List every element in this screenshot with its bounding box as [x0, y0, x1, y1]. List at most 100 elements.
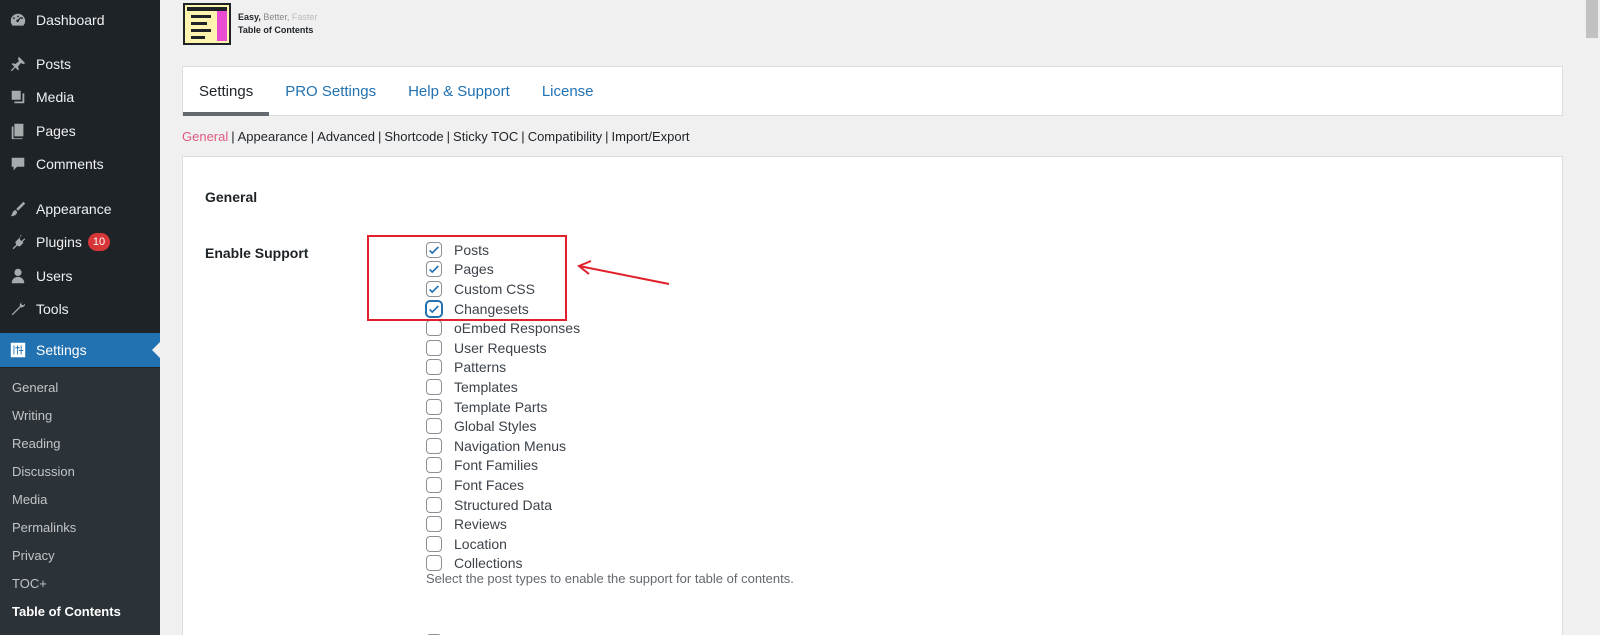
- section-title: General: [205, 189, 258, 205]
- option-checkbox[interactable]: [426, 280, 442, 297]
- post-type-option[interactable]: Template Parts: [426, 397, 580, 417]
- logo-tagline: Easy, Better, Faster: [238, 12, 318, 22]
- menu-appearance[interactable]: Appearance: [0, 192, 160, 226]
- option-checkbox[interactable]: [426, 300, 442, 317]
- option-label: Font Faces: [454, 476, 525, 493]
- submenu-media[interactable]: Media: [12, 492, 47, 507]
- menu-comments[interactable]: Comments: [0, 147, 160, 181]
- post-type-option[interactable]: Posts: [426, 240, 580, 260]
- option-checkbox[interactable]: [426, 476, 442, 493]
- option-label: Reviews: [454, 516, 507, 533]
- menu-tools-label: Tools: [36, 301, 69, 317]
- option-checkbox[interactable]: [426, 241, 442, 258]
- page-scrollbar[interactable]: [1584, 0, 1600, 635]
- tab-settings[interactable]: Settings: [183, 67, 270, 116]
- pin-icon: [8, 54, 28, 74]
- menu-plugins[interactable]: Plugins 10: [0, 225, 160, 259]
- post-type-option[interactable]: Global Styles: [426, 416, 580, 436]
- subnav-import-export[interactable]: Import/Export: [612, 129, 690, 144]
- submenu-reading[interactable]: Reading: [12, 436, 60, 451]
- submenu-writing[interactable]: Writing: [12, 408, 52, 423]
- menu-dashboard-label: Dashboard: [36, 12, 105, 28]
- post-type-option[interactable]: Navigation Menus: [426, 436, 580, 456]
- menu-pages-label: Pages: [36, 123, 76, 139]
- option-label: Collections: [454, 555, 523, 572]
- option-checkbox[interactable]: [426, 457, 442, 474]
- user-icon: [8, 266, 28, 286]
- option-label: Structured Data: [454, 496, 553, 513]
- post-type-option[interactable]: Location: [426, 534, 580, 554]
- option-checkbox[interactable]: [426, 398, 442, 415]
- submenu-discussion[interactable]: Discussion: [12, 464, 75, 479]
- post-type-option[interactable]: Custom CSS: [426, 279, 580, 299]
- menu-dashboard[interactable]: Dashboard: [0, 3, 160, 37]
- subnav-general[interactable]: General: [182, 129, 228, 144]
- tab-help-support[interactable]: Help & Support: [392, 67, 526, 115]
- subnav-compatibility[interactable]: Compatibility: [528, 129, 602, 144]
- settings-panel: General Enable Support Posts Pages Custom …: [182, 156, 1563, 635]
- option-checkbox[interactable]: [426, 339, 442, 356]
- menu-settings-label: Settings: [36, 342, 87, 358]
- option-checkbox[interactable]: [426, 555, 442, 572]
- logo-name: Table of Contents: [238, 25, 314, 35]
- post-type-option[interactable]: Pages: [426, 260, 580, 280]
- option-label: Custom CSS: [454, 280, 535, 297]
- post-type-option[interactable]: User Requests: [426, 338, 580, 358]
- post-type-checkbox-list: Posts Pages Custom CSS Changesets oEmbed Res…: [426, 240, 580, 573]
- post-type-option[interactable]: Font Faces: [426, 475, 580, 495]
- menu-posts-label: Posts: [36, 56, 72, 72]
- option-checkbox[interactable]: [426, 261, 442, 278]
- menu-users[interactable]: Users: [0, 259, 160, 293]
- menu-plugins-label: Plugins: [36, 234, 82, 250]
- wrench-icon: [8, 299, 28, 319]
- option-label: Patterns: [454, 359, 507, 376]
- post-type-option[interactable]: Changesets: [426, 299, 580, 319]
- menu-pages[interactable]: Pages: [0, 114, 160, 148]
- option-label: oEmbed Responses: [454, 320, 581, 337]
- submenu-privacy[interactable]: Privacy: [12, 548, 55, 563]
- scrollbar-thumb[interactable]: [1586, 0, 1598, 38]
- option-checkbox[interactable]: [426, 535, 442, 552]
- post-type-option[interactable]: Font Families: [426, 456, 580, 476]
- submenu-permalinks[interactable]: Permalinks: [12, 520, 76, 535]
- option-checkbox[interactable]: [426, 437, 442, 454]
- tab-pro-settings[interactable]: PRO Settings: [269, 67, 392, 115]
- tab-license[interactable]: License: [526, 67, 610, 115]
- option-label: Navigation Menus: [454, 437, 567, 454]
- menu-posts[interactable]: Posts: [0, 47, 160, 81]
- brush-icon: [8, 199, 28, 219]
- post-type-option[interactable]: Templates: [426, 377, 580, 397]
- post-type-option[interactable]: Patterns: [426, 358, 580, 378]
- submenu-general[interactable]: General: [12, 380, 58, 395]
- option-checkbox[interactable]: [426, 516, 442, 533]
- menu-comments-label: Comments: [36, 156, 104, 172]
- option-checkbox[interactable]: [426, 320, 442, 337]
- option-label: Pages: [454, 261, 494, 278]
- option-checkbox[interactable]: [426, 418, 442, 435]
- post-type-option[interactable]: Reviews: [426, 514, 580, 534]
- menu-media[interactable]: Media: [0, 80, 160, 114]
- plugin-icon: [8, 232, 28, 252]
- subnav-shortcode[interactable]: Shortcode: [384, 129, 443, 144]
- option-label: User Requests: [454, 339, 547, 356]
- menu-settings[interactable]: Settings: [0, 333, 160, 367]
- settings-icon: [8, 340, 28, 360]
- submenu-toc-plus[interactable]: TOC+: [12, 576, 47, 591]
- settings-subnav: General | Appearance | Advanced | Shortcode | St…: [182, 129, 690, 144]
- menu-tools[interactable]: Tools: [0, 292, 160, 326]
- submenu-table-of-contents[interactable]: Table of Contents: [12, 604, 121, 619]
- option-checkbox[interactable]: [426, 496, 442, 513]
- menu-appearance-label: Appearance: [36, 201, 112, 217]
- option-checkbox[interactable]: [426, 378, 442, 395]
- comment-icon: [8, 154, 28, 174]
- subnav-appearance[interactable]: Appearance: [238, 129, 308, 144]
- post-type-option[interactable]: Structured Data: [426, 495, 580, 515]
- option-checkbox[interactable]: [426, 359, 442, 376]
- subnav-sticky-toc[interactable]: Sticky TOC: [453, 129, 518, 144]
- option-label: Templates: [454, 378, 518, 395]
- subnav-advanced[interactable]: Advanced: [317, 129, 375, 144]
- post-type-option[interactable]: oEmbed Responses: [426, 318, 580, 338]
- settings-tabs: Settings PRO Settings Help & Support Lic…: [182, 66, 1563, 116]
- option-label: Template Parts: [454, 398, 548, 415]
- option-label: Location: [454, 535, 507, 552]
